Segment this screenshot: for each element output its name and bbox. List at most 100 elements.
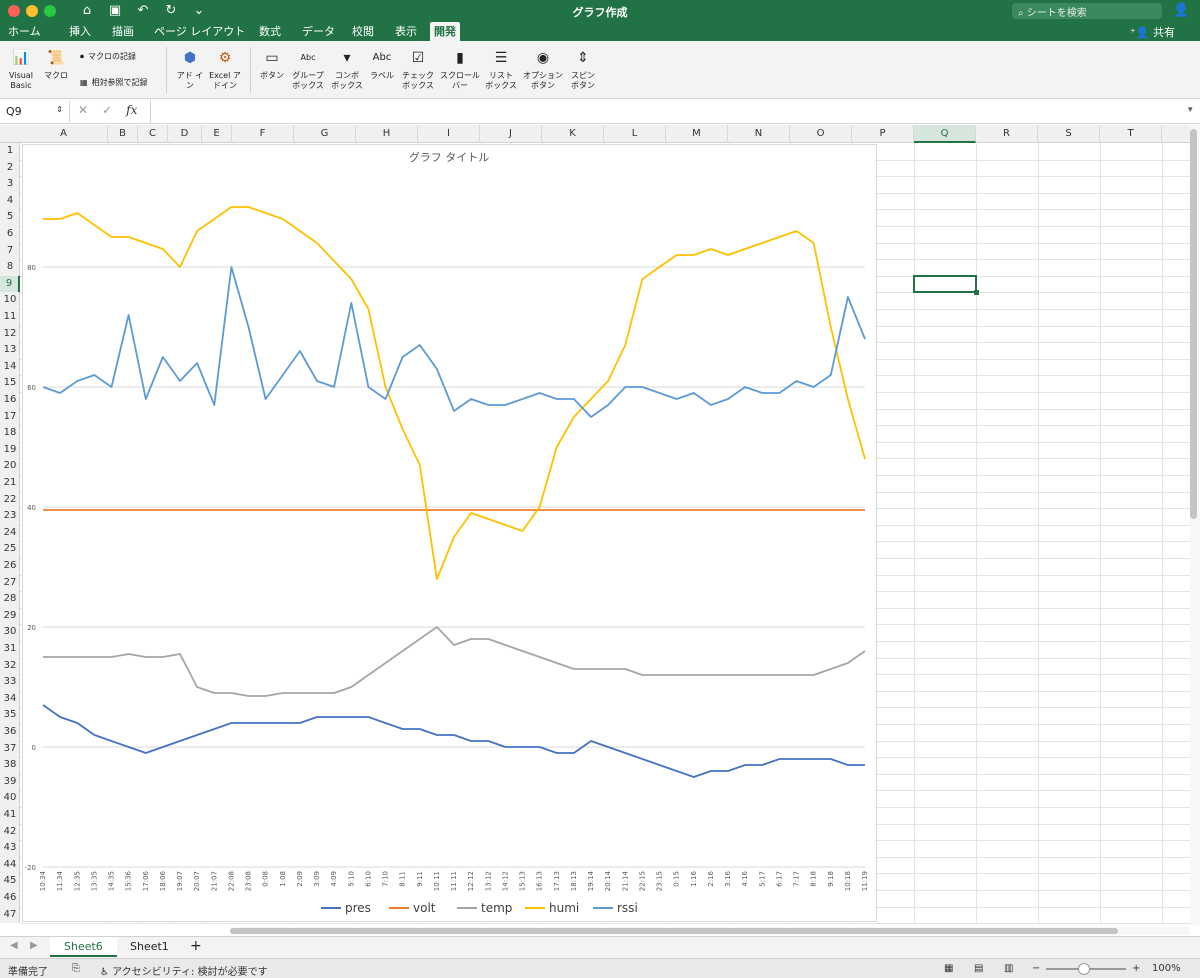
series-line-temp[interactable] [43, 626, 866, 697]
tab-6[interactable]: 校閲 [348, 22, 378, 41]
row-header-28[interactable]: 28 [0, 591, 20, 608]
sheet-search-input[interactable]: ⌕ シートを検索 [1012, 3, 1162, 19]
row-header-19[interactable]: 19 [0, 442, 20, 459]
name-box[interactable]: Q9 ⇕ [0, 101, 70, 122]
column-header-a[interactable]: A [20, 125, 108, 143]
sheet-tab-sheet6[interactable]: Sheet6 [50, 937, 117, 957]
row-header-23[interactable]: 23 [0, 508, 20, 525]
tab-4[interactable]: 数式 [255, 22, 285, 41]
row-header-11[interactable]: 11 [0, 309, 20, 326]
row-header-33[interactable]: 33 [0, 674, 20, 691]
vertical-scrollbar[interactable] [1190, 125, 1200, 925]
row-header-38[interactable]: 38 [0, 757, 20, 774]
excel-addin-button[interactable]: ⚙ Excel アドイン [208, 47, 242, 91]
row-header-39[interactable]: 39 [0, 774, 20, 791]
row-header-10[interactable]: 10 [0, 292, 20, 309]
row-header-13[interactable]: 13 [0, 342, 20, 359]
formula-expand-icon[interactable]: ▾ [1188, 105, 1193, 115]
combo-box-control[interactable]: ▾ コンボ ボックス [330, 47, 364, 91]
row-header-22[interactable]: 22 [0, 492, 20, 509]
column-header-d[interactable]: D [168, 125, 202, 143]
row-header-46[interactable]: 46 [0, 890, 20, 907]
column-header-q[interactable]: Q [914, 125, 976, 143]
row-header-8[interactable]: 8 [0, 259, 20, 276]
row-header-34[interactable]: 34 [0, 691, 20, 708]
row-header-15[interactable]: 15 [0, 375, 20, 392]
list-box-control[interactable]: ☰ リスト ボックス [484, 47, 518, 91]
legend-label-pres[interactable]: pres [345, 901, 371, 915]
macro-button[interactable]: 📜 マクロ [42, 47, 70, 81]
row-header-2[interactable]: 2 [0, 160, 20, 177]
column-header-s[interactable]: S [1038, 125, 1100, 143]
column-header-o[interactable]: O [790, 125, 852, 143]
formula-input[interactable] [150, 100, 1190, 123]
next-sheet-icon[interactable]: ▶ [30, 940, 38, 951]
column-header-p[interactable]: P [852, 125, 914, 143]
column-header-t[interactable]: T [1100, 125, 1162, 143]
row-header-14[interactable]: 14 [0, 359, 20, 376]
fill-handle[interactable] [974, 290, 979, 296]
column-header-b[interactable]: B [108, 125, 138, 143]
accessibility-status[interactable]: ♿ アクセシビリティ: 検討が必要です [100, 963, 268, 978]
row-header-27[interactable]: 27 [0, 575, 20, 592]
tab-3[interactable]: ページ レイアウト [150, 22, 249, 41]
tab-5[interactable]: データ [298, 22, 339, 41]
prev-sheet-icon[interactable]: ◀ [10, 940, 18, 951]
column-header-e[interactable]: E [202, 125, 232, 143]
zoom-in-icon[interactable]: + [1132, 963, 1140, 974]
visual-basic-button[interactable]: 📊 Visual Basic [6, 47, 36, 91]
series-line-humi[interactable] [43, 206, 866, 580]
row-header-6[interactable]: 6 [0, 226, 20, 243]
tab-1[interactable]: 挿入 [65, 22, 95, 41]
row-header-21[interactable]: 21 [0, 475, 20, 492]
row-header-44[interactable]: 44 [0, 857, 20, 874]
label-control[interactable]: Abc ラベル [368, 47, 396, 81]
vertical-scroll-thumb[interactable] [1190, 129, 1197, 519]
column-header-c[interactable]: C [138, 125, 168, 143]
check-box-control[interactable]: ☑ チェック ボックス [400, 47, 436, 91]
relative-reference-button[interactable]: ▦ 相対参照で記録 [80, 77, 148, 88]
series-line-rssi[interactable] [42, 266, 866, 418]
row-header-42[interactable]: 42 [0, 824, 20, 841]
row-header-47[interactable]: 47 [0, 907, 20, 924]
tab-7[interactable]: 表示 [391, 22, 421, 41]
selected-cell[interactable] [913, 274, 977, 294]
row-header-4[interactable]: 4 [0, 193, 20, 210]
horizontal-scrollbar[interactable] [230, 927, 1190, 935]
row-header-16[interactable]: 16 [0, 392, 20, 409]
addin-button[interactable]: ⬢ アド イン [176, 47, 204, 91]
group-box-control[interactable]: Abc グループ ボックス [290, 47, 326, 91]
profile-icon[interactable]: 👤 [1173, 3, 1189, 18]
insert-function-icon[interactable]: fx [126, 103, 137, 117]
tab-2[interactable]: 描画 [108, 22, 138, 41]
record-macro-button[interactable]: ⏺ マクロの記録 [80, 51, 136, 62]
column-header-l[interactable]: L [604, 125, 666, 143]
tab-8[interactable]: 開発 [430, 22, 460, 41]
chart-object[interactable]: グラフ タイトル -20 0 20 40 60 80 10:34 11:34 12:35 13:35… [22, 144, 877, 922]
row-header-43[interactable]: 43 [0, 840, 20, 857]
column-header-j[interactable]: J [480, 125, 542, 143]
row-header-24[interactable]: 24 [0, 525, 20, 542]
page-layout-icon[interactable]: ▤ [974, 963, 983, 974]
zoom-knob[interactable] [1078, 963, 1090, 975]
share-button[interactable]: ⁺👤 共有 [1130, 24, 1175, 40]
tab-0[interactable]: ホーム [4, 22, 45, 41]
legend-label-temp[interactable]: temp [481, 901, 512, 915]
legend-label-humi[interactable]: humi [549, 901, 579, 915]
row-header-41[interactable]: 41 [0, 807, 20, 824]
form-button-control[interactable]: ▭ ボタン [258, 47, 286, 81]
row-header-20[interactable]: 20 [0, 458, 20, 475]
row-header-3[interactable]: 3 [0, 176, 20, 193]
spin-button-control[interactable]: ⇕ スピン ボタン [568, 47, 598, 91]
confirm-icon[interactable]: ✓ [102, 103, 112, 117]
normal-view-icon[interactable]: ▦ [944, 963, 953, 974]
add-sheet-icon[interactable]: + [190, 938, 202, 954]
row-header-17[interactable]: 17 [0, 409, 20, 426]
column-header-g[interactable]: G [294, 125, 356, 143]
chevron-down-icon[interactable]: ⇕ [56, 105, 63, 114]
row-header-35[interactable]: 35 [0, 707, 20, 724]
row-header-45[interactable]: 45 [0, 873, 20, 890]
option-button-control[interactable]: ◉ オプション ボタン [522, 47, 564, 91]
row-header-31[interactable]: 31 [0, 641, 20, 658]
legend-label-rssi[interactable]: rssi [617, 901, 638, 915]
